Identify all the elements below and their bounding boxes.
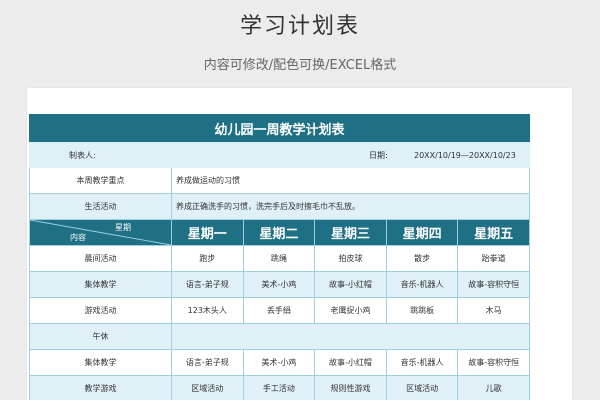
table-cell: 123木头人 bbox=[172, 298, 244, 324]
table-cell: 手工活动 bbox=[244, 376, 316, 400]
corner-cell: 星期 内容 bbox=[29, 220, 172, 246]
day-wednesday: 星期三 bbox=[315, 220, 387, 246]
life-activity-row: 生活活动 养成正确洗手的习惯，洗完手后及时擦毛巾不乱放。 bbox=[29, 194, 530, 220]
table-cell-merged bbox=[172, 324, 530, 350]
table-row: 集体教学 语言-弟子规 美术-小鸡 故事-小红帽 音乐-机器人 故事-容积守恒 bbox=[29, 350, 530, 376]
day-friday: 星期五 bbox=[458, 220, 530, 246]
table-cell: 散步 bbox=[386, 246, 459, 272]
screen: 学习计划表 内容可修改/配色可换/EXCEL格式 幼儿园一周教学计划表 制表人:… bbox=[0, 0, 600, 400]
table-cell: 跳跳板 bbox=[386, 298, 459, 324]
table-row: 晨间活动 跑步 跳绳 拍皮球 散步 跆拳道 bbox=[29, 246, 530, 272]
table-cell: 规则性游戏 bbox=[315, 376, 387, 400]
table-cell: 故事-容积守恒 bbox=[458, 272, 530, 298]
weekly-focus-label: 本周教学重点 bbox=[29, 168, 172, 194]
row-label: 午休 bbox=[29, 324, 172, 350]
table-cell: 木马 bbox=[458, 298, 530, 324]
table-cell: 音乐-机器人 bbox=[386, 350, 459, 376]
info-row: 制表人: 日期: 20XX/10/19—20XX/10/23 bbox=[29, 142, 530, 168]
life-activity-value: 养成正确洗手的习惯，洗完手后及时擦毛巾不乱放。 bbox=[172, 194, 530, 220]
diagonal-divider bbox=[30, 220, 171, 245]
table-cell: 语言-弟子规 bbox=[172, 272, 244, 298]
table-row: 教学游戏 区域活动 手工活动 规则性游戏 区域活动 儿歌 bbox=[29, 376, 530, 400]
table-cell: 老鹰捉小鸡 bbox=[315, 298, 387, 324]
day-monday: 星期一 bbox=[172, 220, 244, 246]
table-row: 集体教学 语言-弟子规 美术-小鸡 故事-小红帽 音乐-机器人 故事-容积守恒 bbox=[29, 272, 530, 298]
date-value: 20XX/10/19—20XX/10/23 bbox=[414, 150, 516, 160]
corner-day-label: 星期 bbox=[115, 223, 131, 232]
page-title: 学习计划表 bbox=[239, 14, 360, 39]
row-label: 集体教学 bbox=[29, 350, 172, 376]
spreadsheet-preview: 幼儿园一周教学计划表 制表人: 日期: 20XX/10/19—20XX/10/2… bbox=[27, 88, 572, 400]
table-cell: 丢手绢 bbox=[243, 298, 316, 324]
day-thursday: 星期四 bbox=[386, 220, 459, 246]
day-header-row: 星期 内容 星期一 星期二 星期三 星期四 星期五 bbox=[29, 220, 530, 246]
table-cell: 美术-小鸡 bbox=[243, 272, 316, 298]
row-label: 教学游戏 bbox=[29, 376, 172, 400]
plan-title: 幼儿园一周教学计划表 bbox=[29, 114, 530, 142]
maker-label: 制表人: bbox=[69, 150, 96, 160]
table-row: 午休 bbox=[29, 324, 530, 350]
table-cell: 音乐-机器人 bbox=[386, 272, 459, 298]
table-cell: 儿歌 bbox=[458, 376, 530, 400]
table-cell: 拍皮球 bbox=[315, 246, 387, 272]
table-cell: 语言-弟子规 bbox=[172, 350, 244, 376]
weekly-focus-row: 本周教学重点 养成做运动的习惯 bbox=[29, 168, 530, 194]
date-label: 日期: bbox=[369, 150, 388, 160]
table-cell: 美术-小鸡 bbox=[243, 350, 316, 376]
table-cell: 故事-小红帽 bbox=[315, 350, 387, 376]
page-subtitle: 内容可修改/配色可换/EXCEL格式 bbox=[203, 58, 397, 73]
table-cell: 区域活动 bbox=[387, 376, 459, 400]
table-cell: 跆拳道 bbox=[458, 246, 530, 272]
row-label: 游戏活动 bbox=[29, 298, 172, 324]
table-row: 游戏活动 123木头人 丢手绢 老鹰捉小鸡 跳跳板 木马 bbox=[29, 298, 530, 324]
life-activity-label: 生活活动 bbox=[29, 194, 172, 220]
day-tuesday: 星期二 bbox=[243, 220, 316, 246]
weekly-plan-table: 幼儿园一周教学计划表 制表人: 日期: 20XX/10/19—20XX/10/2… bbox=[29, 114, 530, 400]
table-cell: 跳绳 bbox=[243, 246, 316, 272]
table-cell: 故事-小红帽 bbox=[315, 272, 387, 298]
row-label: 集体教学 bbox=[29, 272, 172, 298]
table-cell: 区域活动 bbox=[172, 376, 244, 400]
weekly-focus-value: 养成做运动的习惯 bbox=[172, 168, 530, 194]
row-label: 晨间活动 bbox=[29, 246, 172, 272]
table-cell: 跑步 bbox=[172, 246, 244, 272]
corner-content-label: 内容 bbox=[70, 233, 86, 242]
table-cell: 故事-容积守恒 bbox=[458, 350, 530, 376]
